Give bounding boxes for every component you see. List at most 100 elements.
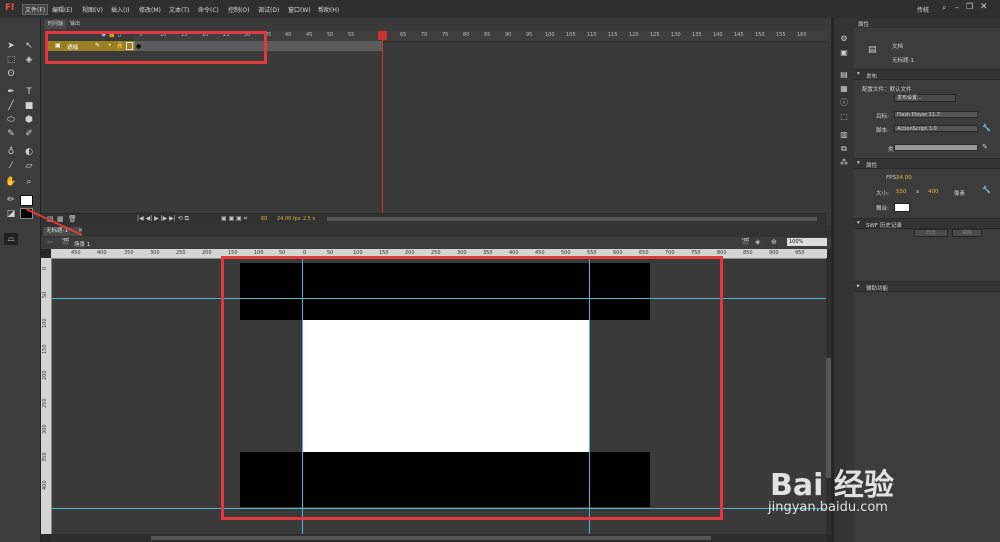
menu-view[interactable]: 视图(V): [82, 5, 103, 14]
ruler-label: 450: [71, 250, 81, 256]
frame-number: 100: [545, 32, 555, 38]
components-panel-icon[interactable]: ▥: [838, 130, 850, 140]
menu-window[interactable]: 窗口(W): [288, 5, 311, 14]
publish-section-header[interactable]: ▾ 发布: [854, 69, 1000, 80]
highlight-box-timeline: [45, 31, 267, 64]
accessibility-section-header[interactable]: ▸ 辅助功能: [854, 281, 1000, 292]
bone-tool-icon[interactable]: ♁: [4, 146, 18, 158]
polystar-tool-icon[interactable]: ⬢: [22, 114, 36, 126]
motion-presets-icon[interactable]: ⧉: [838, 144, 850, 154]
clear-button[interactable]: 清除: [952, 229, 982, 237]
color-panel-icon[interactable]: ▦: [838, 84, 850, 94]
info-panel-icon[interactable]: ⓘ: [838, 98, 850, 108]
swf-history-section-header[interactable]: ▾ SWF 历史记录: [854, 218, 1000, 229]
tab-output[interactable]: 输出: [67, 20, 83, 29]
ruler-label: 350: [42, 452, 48, 462]
timeline-hscrollbar[interactable]: [327, 217, 817, 221]
stroke-color-icon[interactable]: ✏: [4, 194, 18, 206]
menu-commands[interactable]: 命令(C): [198, 5, 219, 14]
menu-insert[interactable]: 插入(I): [111, 5, 129, 14]
ruler-label: 900: [769, 250, 779, 256]
menu-file[interactable]: 文件(F): [22, 4, 49, 15]
menu-modify[interactable]: 修改(M): [139, 5, 161, 14]
publish-header: 发布: [866, 74, 878, 80]
pencil-icon[interactable]: ✎: [982, 143, 988, 151]
properties-panel-icon[interactable]: ⚙: [838, 34, 850, 44]
collapse-arrow-icon: ▾: [857, 220, 860, 226]
transform-panel-icon[interactable]: ⬚: [838, 112, 850, 122]
lasso-tool-icon[interactable]: ʘ: [4, 68, 18, 80]
tab-timeline[interactable]: 时间轴: [45, 20, 67, 29]
hand-tool-icon[interactable]: ✋: [4, 176, 18, 188]
3d-rotation-icon[interactable]: ◈: [22, 54, 36, 66]
text-tool-icon[interactable]: T: [22, 86, 36, 98]
free-transform-icon[interactable]: ⬚: [4, 54, 18, 66]
snap-icon[interactable]: ⌓: [4, 233, 18, 245]
pen-tool-icon[interactable]: ✒: [4, 86, 18, 98]
close-icon[interactable]: ✕: [980, 2, 988, 12]
onion-skin-icons[interactable]: ▣ ▣ ▣ ⌗: [221, 215, 247, 223]
menu-help[interactable]: 帮助(H): [318, 5, 339, 14]
wrench-icon[interactable]: 🔧: [982, 124, 991, 132]
properties-tab[interactable]: 属性: [858, 20, 869, 28]
workspace-switcher[interactable]: 传统: [917, 5, 929, 14]
playhead[interactable]: [382, 30, 383, 213]
minimize-icon[interactable]: –: [955, 3, 959, 12]
ruler-label: 350: [124, 250, 134, 256]
elapsed-time: 2.5 s: [303, 216, 316, 222]
frame-number: 90: [505, 32, 512, 38]
width-value[interactable]: 550: [896, 189, 907, 195]
playhead-handle[interactable]: [378, 31, 387, 40]
align-panel-icon[interactable]: ▤: [838, 70, 850, 80]
height-value[interactable]: 400: [928, 189, 939, 195]
menu-text[interactable]: 文本(T): [169, 5, 189, 14]
paint-bucket-icon[interactable]: ◐: [22, 146, 36, 158]
fps-value[interactable]: 24.00: [896, 175, 912, 181]
stage-label: 舞台:: [876, 206, 889, 212]
fill-color-icon[interactable]: ◪: [4, 208, 18, 220]
rectangle-tool-icon[interactable]: ■: [22, 100, 36, 112]
edit-scene-icon[interactable]: 🎬: [741, 238, 750, 246]
current-frame[interactable]: 60: [261, 216, 267, 222]
menu-debug[interactable]: 调试(D): [258, 5, 279, 14]
baidu-jingyan-watermark: Bai 经验: [770, 468, 894, 503]
config-label: 配置文件：默认文件: [862, 87, 912, 93]
class-input[interactable]: [894, 144, 978, 151]
tools-panel: ➤ ↖ ⬚ ◈ ʘ ✒ T ╱ ■ ⬭ ⬢ ✎ ✐ ♁ ◐ ⁄ ▱ ✋ ⌕ ✏ …: [0, 18, 41, 542]
eraser-icon[interactable]: ▱: [22, 160, 36, 172]
menu-edit[interactable]: 编辑(E): [52, 5, 72, 14]
center-stage-icon[interactable]: ⊕: [771, 238, 777, 246]
subselection-tool-icon[interactable]: ↖: [22, 40, 36, 52]
publish-settings-button[interactable]: 发布设置...: [894, 94, 956, 102]
log-button[interactable]: 日志: [914, 229, 948, 237]
selection-tool-icon[interactable]: ➤: [4, 40, 18, 52]
scene-name[interactable]: 场景 1: [74, 240, 90, 248]
script-select[interactable]: ActionScript 3.0: [894, 125, 978, 132]
library-panel-icon[interactable]: ▣: [838, 48, 850, 58]
frame-rate[interactable]: 24.00 fps: [277, 216, 300, 222]
search-icon[interactable]: ⌕: [942, 3, 946, 13]
properties-section-header[interactable]: ▾ 属性: [854, 158, 1000, 169]
code-snippets-icon[interactable]: ⁂: [838, 158, 850, 168]
line-tool-icon[interactable]: ╱: [4, 100, 18, 112]
frame-number: 115: [608, 32, 618, 38]
scroll-thumb[interactable]: [151, 536, 711, 540]
frame-number: 105: [566, 32, 576, 38]
eyedropper-icon[interactable]: ⁄: [4, 160, 18, 172]
zoom-tool-icon[interactable]: ⌕: [22, 176, 36, 188]
stage-color-swatch[interactable]: [894, 203, 910, 212]
frame-number: 85: [484, 32, 491, 38]
menu-control[interactable]: 控制(O): [228, 5, 249, 14]
zoom-select[interactable]: 100%: [787, 238, 827, 246]
restore-icon[interactable]: ❐: [966, 2, 973, 11]
oval-tool-icon[interactable]: ⬭: [4, 114, 18, 126]
wrench-icon[interactable]: 🔧: [982, 186, 991, 194]
edit-symbol-icon[interactable]: ◈: [755, 238, 760, 246]
target-select[interactable]: Flash Player 11.7: [894, 111, 978, 118]
pencil-tool-icon[interactable]: ✎: [4, 128, 18, 140]
stage-hscrollbar[interactable]: [51, 534, 827, 542]
swf-history-header: SWF 历史记录: [866, 223, 902, 229]
playback-controls[interactable]: |◀ ◀| ▶ |▶ ▶| ⟲ ⧉: [137, 215, 189, 223]
brush-tool-icon[interactable]: ✐: [22, 128, 36, 140]
frame-number: 75: [442, 32, 449, 38]
